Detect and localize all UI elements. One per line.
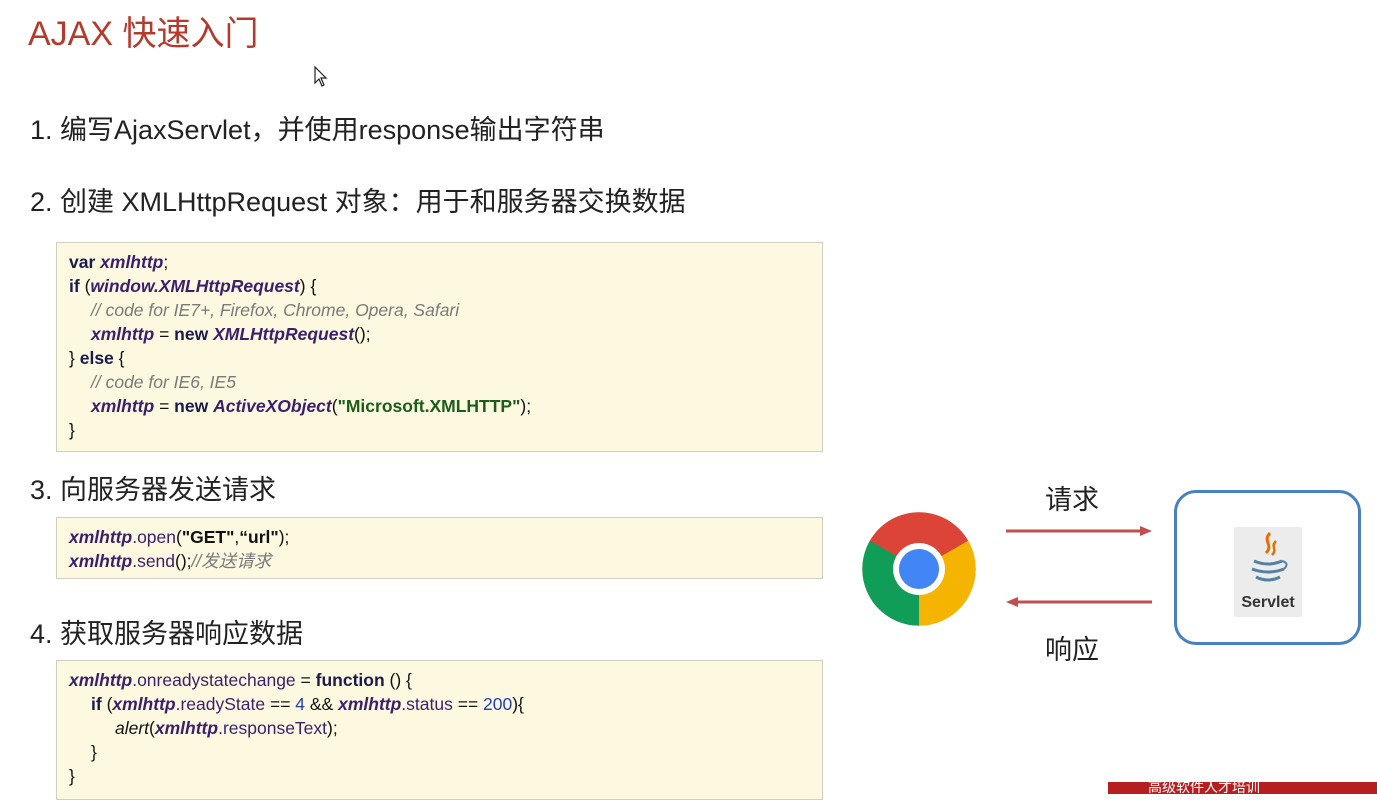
- code-number: 4: [295, 694, 306, 714]
- code-line: if (xmlhttp.readyState == 4 && xmlhttp.s…: [69, 692, 810, 716]
- code-method: .open: [132, 527, 176, 547]
- code-text: =: [154, 324, 175, 344]
- code-text: =: [295, 670, 316, 690]
- code-variable: xmlhttp: [112, 694, 176, 714]
- code-keyword: new: [174, 324, 209, 344]
- java-icon: [1251, 531, 1288, 582]
- response-label: 响应: [1045, 635, 1099, 665]
- code-string: “url": [239, 527, 279, 547]
- step-2-text: 2. 创建 XMLHttpRequest 对象：用于和服务器交换数据: [30, 187, 686, 217]
- code-method: .onreadystatechange: [132, 670, 296, 690]
- code-line: var xmlhttp;: [69, 250, 810, 274]
- code-text: }: [69, 348, 80, 368]
- code-text: }: [69, 766, 75, 786]
- code-variable: xmlhttp: [100, 252, 164, 272]
- code-variable: xmlhttp: [91, 396, 155, 416]
- code-text: () {: [384, 670, 412, 690]
- code-text: ;: [163, 252, 169, 272]
- code-method: .status: [401, 694, 453, 714]
- code-line: } else {: [69, 346, 810, 370]
- code-variable: xmlhttp: [69, 551, 133, 571]
- code-line: xmlhttp.open("GET",“url");: [69, 525, 810, 549]
- code-text: &&: [305, 694, 339, 714]
- chrome-icon: [862, 512, 976, 626]
- brand-banner: 高级软件人才培训: [1108, 782, 1377, 794]
- code-function: alert: [115, 718, 150, 738]
- code-line: alert(xmlhttp.responseText);: [69, 716, 810, 740]
- page-title: AJAX 快速入门: [28, 15, 259, 53]
- step-3-text: 3. 向服务器发送请求: [30, 475, 277, 505]
- request-arrow-icon: [1006, 526, 1152, 536]
- code-text: (: [79, 276, 91, 296]
- code-variable: xmlhttp: [69, 670, 133, 690]
- code-keyword: if: [69, 276, 80, 296]
- code-block-create-xhr: var xmlhttp; if (window.XMLHttpRequest) …: [56, 242, 823, 452]
- code-text: }: [69, 420, 75, 440]
- code-object: XMLHttpRequest: [213, 324, 355, 344]
- code-line: }: [69, 418, 810, 442]
- code-text: ){: [512, 694, 524, 714]
- servlet-label: Servlet: [1241, 594, 1295, 611]
- code-number: 200: [483, 694, 513, 714]
- code-string: "Microsoft.XMLHTTP": [337, 396, 521, 416]
- code-method: .readyState: [175, 694, 266, 714]
- code-text: (: [101, 694, 113, 714]
- code-keyword: else: [79, 348, 114, 368]
- step-1-text: 1. 编写AjaxServlet，并使用response输出字符串: [30, 115, 605, 145]
- code-method: .send: [132, 551, 176, 571]
- code-variable: xmlhttp: [91, 324, 155, 344]
- mouse-cursor-icon: [314, 66, 328, 87]
- code-block-send-request: xmlhttp.open("GET",“url"); xmlhttp.send(…: [56, 517, 823, 579]
- code-text: );: [520, 396, 532, 416]
- code-line: xmlhttp = new XMLHttpRequest();: [69, 322, 810, 346]
- code-text: ==: [265, 694, 296, 714]
- code-text: ==: [452, 694, 484, 714]
- code-variable: xmlhttp: [154, 718, 219, 738]
- code-text: {: [113, 348, 125, 368]
- code-text: =: [154, 396, 175, 416]
- code-object: ActiveXObject: [213, 396, 332, 416]
- step-4-text: 4. 获取服务器响应数据: [30, 619, 304, 649]
- code-text: ();: [175, 551, 192, 571]
- code-comment: // code for IE7+, Firefox, Chrome, Opera…: [91, 300, 460, 320]
- code-line: // code for IE6, IE5: [69, 370, 810, 394]
- code-line: xmlhttp = new ActiveXObject("Microsoft.X…: [69, 394, 810, 418]
- code-comment: // code for IE6, IE5: [91, 372, 236, 392]
- code-line: }: [69, 764, 810, 788]
- code-comment: //发送请求: [191, 551, 272, 571]
- code-variable: xmlhttp: [338, 694, 402, 714]
- code-line: xmlhttp.onreadystatechange = function ()…: [69, 668, 810, 692]
- code-line: if (window.XMLHttpRequest) {: [69, 274, 810, 298]
- code-keyword: if: [91, 694, 102, 714]
- response-arrow-icon: [1006, 597, 1152, 607]
- code-keyword: new: [174, 396, 209, 416]
- code-string: "GET": [181, 527, 235, 547]
- code-block-response: xmlhttp.onreadystatechange = function ()…: [56, 660, 823, 800]
- code-object: window.XMLHttpRequest: [90, 276, 300, 296]
- code-text: );: [278, 527, 290, 547]
- code-text: ) {: [299, 276, 317, 296]
- code-line: xmlhttp.send();//发送请求: [69, 549, 810, 573]
- code-keyword: function: [315, 670, 385, 690]
- code-line: // code for IE7+, Firefox, Chrome, Opera…: [69, 298, 810, 322]
- request-label: 请求: [1045, 485, 1099, 515]
- code-line: }: [69, 740, 810, 764]
- code-text: );: [327, 718, 338, 738]
- code-keyword: var: [69, 252, 96, 272]
- code-text: }: [91, 742, 97, 762]
- code-variable: xmlhttp: [69, 527, 133, 547]
- code-text: ();: [354, 324, 371, 344]
- code-method: .responseText: [218, 718, 328, 738]
